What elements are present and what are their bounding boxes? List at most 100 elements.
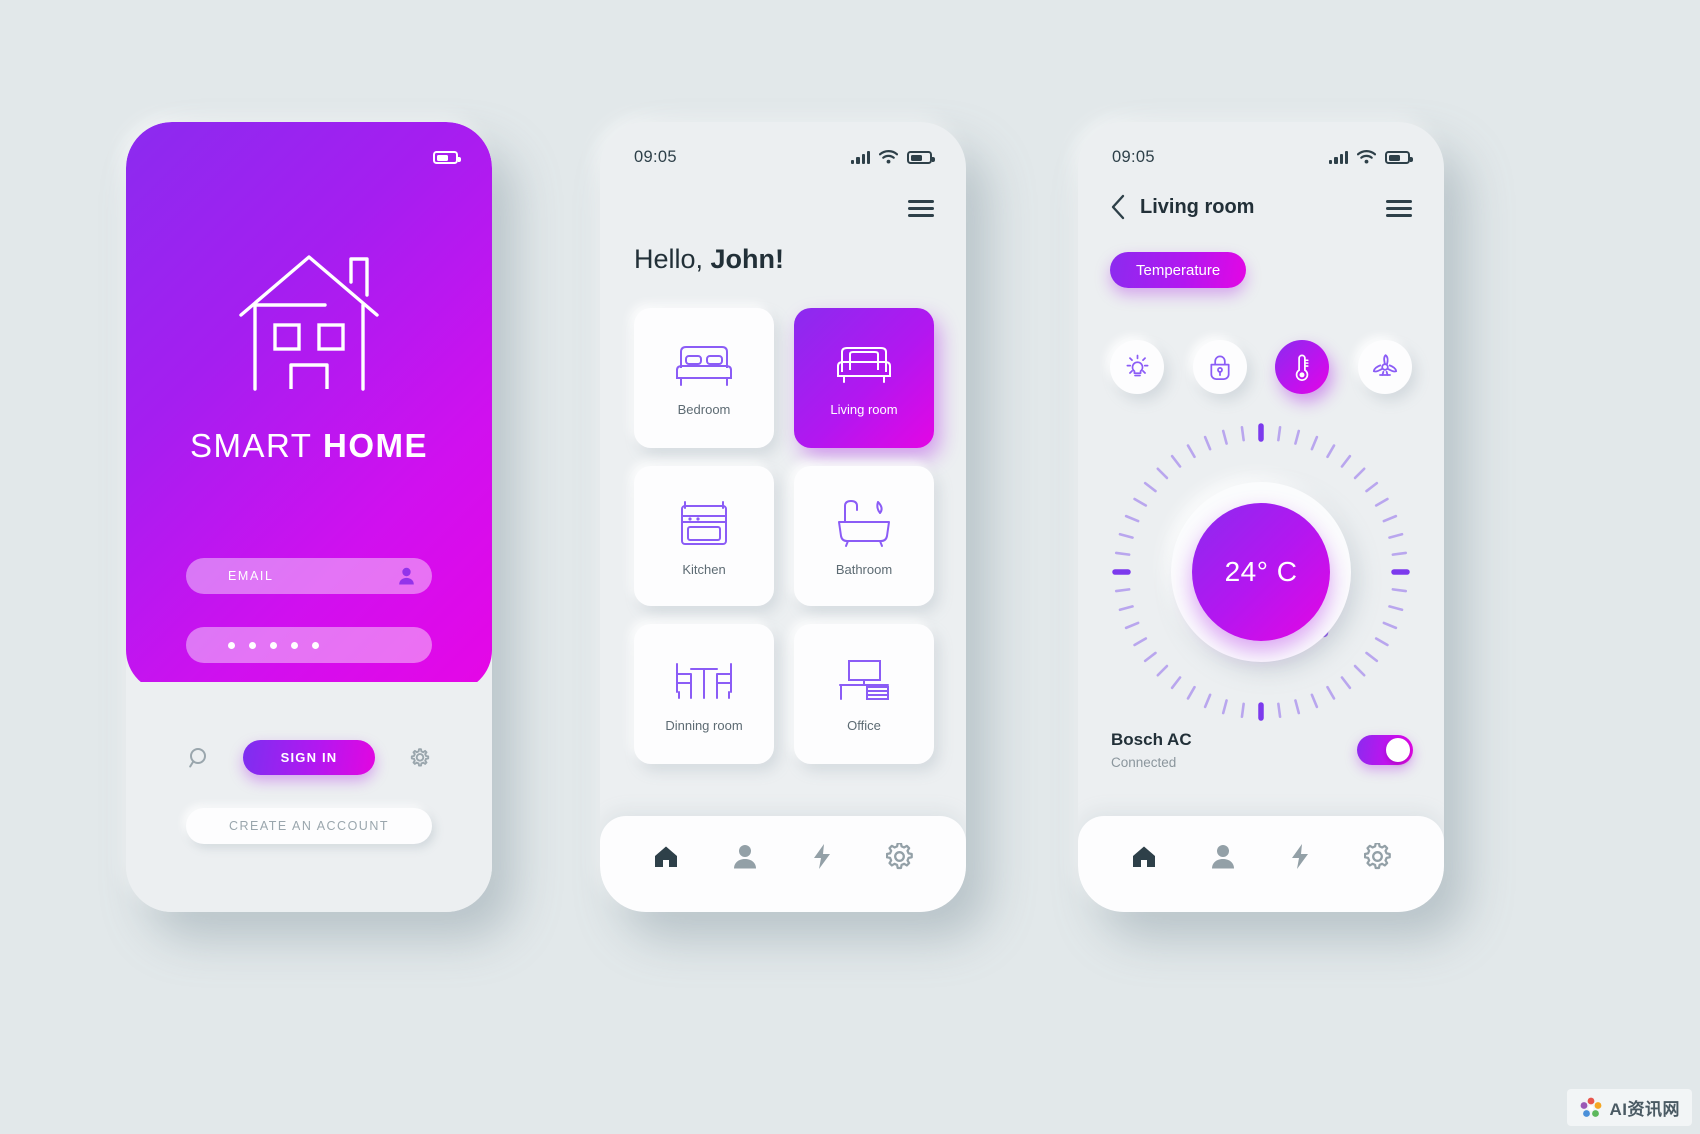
- gear-icon: [1363, 842, 1391, 870]
- brand-word-smart: SMART: [189, 427, 313, 464]
- email-field[interactable]: EMAIL: [186, 558, 432, 594]
- dial-inner-ring: 24° C: [1171, 482, 1351, 662]
- device-name: Bosch AC: [1111, 730, 1192, 749]
- status-icons: [1329, 150, 1413, 164]
- room-label: Bedroom: [677, 401, 731, 417]
- temperature-chip[interactable]: Temperature: [1110, 252, 1247, 288]
- phone-home-screen: 09:05 Hello, John! Bedroom Living room K…: [600, 122, 966, 912]
- login-lower-panel: [126, 682, 492, 912]
- room-card-dinning-room[interactable]: Dinning room: [634, 624, 774, 764]
- bottom-nav-bar: [1078, 816, 1444, 912]
- nav-item-energy[interactable]: [812, 843, 832, 875]
- bottom-nav-bar: [600, 816, 966, 912]
- greeting-name: John!: [710, 244, 785, 274]
- battery-icon: [907, 151, 935, 164]
- fan-icon: [1372, 354, 1398, 376]
- room-detail-header: Living room: [1110, 194, 1254, 220]
- signal-bars-icon: [851, 151, 870, 164]
- phone-room-detail-screen: 09:05 Living room Temperature 24° C Bosc…: [1078, 122, 1444, 912]
- desk-icon: [839, 659, 889, 700]
- mode-button-lock[interactable]: [1192, 340, 1247, 394]
- thermometer-icon: [1296, 354, 1309, 381]
- sofa-icon: [837, 346, 891, 383]
- status-time: 09:05: [1112, 147, 1155, 166]
- room-label: Living room: [830, 401, 898, 417]
- page-title: Living room: [1140, 195, 1255, 218]
- user-icon: [399, 567, 414, 585]
- chevron-left-icon[interactable]: [1110, 194, 1126, 220]
- signal-bars-icon: [1329, 151, 1348, 164]
- room-label: Dinning room: [665, 717, 743, 733]
- toggle-knob: [1386, 738, 1410, 762]
- device-info: Bosch AC Connected: [1111, 730, 1192, 770]
- home-icon: [655, 846, 678, 867]
- battery-icon: [433, 151, 461, 164]
- signin-row: SIGN IN: [126, 740, 492, 775]
- mockup-stage: 09:05: [0, 0, 1700, 1134]
- nav-item-energy[interactable]: [1290, 843, 1310, 875]
- hamburger-menu-icon[interactable]: [1386, 200, 1412, 217]
- lock-icon: [1210, 355, 1230, 380]
- bolt-icon: [1291, 844, 1308, 869]
- bolt-icon: [813, 844, 830, 869]
- nav-item-settings[interactable]: [1363, 842, 1391, 875]
- room-label: Office: [847, 717, 881, 733]
- status-bar: 09:05: [1078, 122, 1444, 178]
- bathtub-icon: [838, 499, 890, 547]
- email-placeholder: EMAIL: [228, 569, 274, 583]
- room-card-bedroom[interactable]: Bedroom: [634, 308, 774, 448]
- login-gradient-panel: [126, 122, 492, 692]
- hamburger-menu-icon[interactable]: [908, 200, 934, 217]
- wifi-icon: [1357, 150, 1376, 164]
- device-power-toggle[interactable]: [1357, 735, 1413, 765]
- room-card-bathroom[interactable]: Bathroom: [794, 466, 934, 606]
- mode-button-fan[interactable]: [1357, 340, 1412, 394]
- brand-word-home: HOME: [323, 427, 429, 464]
- room-card-living-room[interactable]: Living room: [794, 308, 934, 448]
- nav-item-home[interactable]: [1131, 844, 1157, 875]
- bed-icon: [676, 345, 732, 386]
- signin-button[interactable]: SIGN IN: [243, 740, 375, 775]
- lightbulb-icon: [1126, 354, 1148, 376]
- room-label: Kitchen: [682, 561, 726, 577]
- app-brand-title: SMART HOME: [126, 427, 492, 465]
- stove-icon: [681, 500, 727, 545]
- flower-logo-icon: [1580, 1097, 1601, 1117]
- phone-login-screen: 09:05: [126, 122, 492, 912]
- device-status: Connected: [1111, 755, 1177, 770]
- house-outline-icon: [239, 255, 379, 391]
- status-bar: 09:05: [600, 122, 966, 178]
- gear-icon[interactable]: [407, 746, 431, 770]
- temperature-value[interactable]: 24° C: [1192, 503, 1330, 641]
- gear-icon: [885, 842, 913, 870]
- table-chairs-icon: [676, 662, 732, 699]
- mode-button-light[interactable]: [1110, 340, 1164, 394]
- create-account-button[interactable]: CREATE AN ACCOUNT: [186, 808, 432, 844]
- password-field[interactable]: [186, 627, 432, 663]
- rooms-grid: Bedroom Living room Kitchen Bathroom Din…: [634, 308, 934, 764]
- device-row: Bosch AC Connected: [1111, 730, 1413, 770]
- user-icon: [1212, 845, 1235, 869]
- room-card-kitchen[interactable]: Kitchen: [634, 466, 774, 606]
- wifi-icon: [879, 150, 898, 164]
- temperature-dial[interactable]: 24° C: [1111, 422, 1411, 722]
- status-time: 09:05: [634, 147, 677, 166]
- battery-icon: [1385, 151, 1413, 164]
- greeting-prefix: Hello,: [634, 244, 711, 274]
- nav-item-profile[interactable]: [1211, 844, 1235, 874]
- nav-item-home[interactable]: [653, 844, 679, 875]
- nav-item-settings[interactable]: [885, 842, 913, 875]
- room-card-office[interactable]: Office: [794, 624, 934, 764]
- watermark-text: AI资讯网: [1609, 1100, 1680, 1119]
- nav-item-profile[interactable]: [733, 844, 757, 874]
- home-icon: [1133, 846, 1156, 867]
- search-icon[interactable]: [187, 746, 211, 770]
- password-dots: [228, 641, 319, 649]
- watermark: AI资讯网: [1566, 1089, 1692, 1126]
- greeting-title: Hello, John!: [634, 244, 784, 275]
- mode-button-temperature[interactable]: [1275, 340, 1330, 394]
- status-icons: [851, 150, 935, 164]
- user-icon: [734, 845, 757, 869]
- room-label: Bathroom: [835, 561, 893, 577]
- mode-selector-row: [1110, 340, 1412, 394]
